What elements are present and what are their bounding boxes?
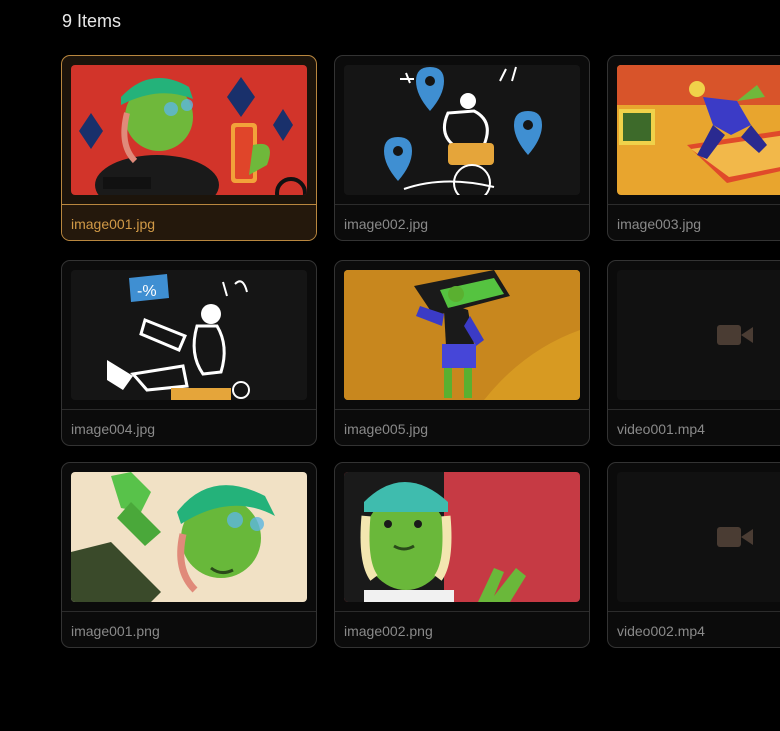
card-footer: image002.png — [335, 611, 589, 647]
video-camera-icon — [717, 527, 753, 547]
file-card-image002-png[interactable]: image002.png — [334, 462, 590, 648]
filename: image001.png — [71, 623, 160, 639]
filename: image003.jpg — [617, 216, 702, 232]
filename: image002.png — [344, 623, 433, 639]
card-footer: image001.jpg — [62, 204, 316, 240]
thumbnail-image — [344, 472, 580, 602]
thumbnail-image — [71, 472, 307, 602]
file-card-video001-mp4[interactable]: video001.mp4 — [607, 260, 780, 446]
filename: video002.mp4 — [617, 623, 705, 639]
card-footer: image001.png — [62, 611, 316, 647]
thumbnail: -% — [71, 270, 307, 400]
svg-text:-%: -% — [137, 283, 157, 300]
thumbnail-image — [344, 270, 580, 400]
card-footer: image003.jpg — [608, 204, 780, 240]
card-footer: video001.mp4 — [608, 409, 780, 445]
thumbnail — [617, 65, 780, 195]
thumbnail — [344, 472, 580, 602]
file-card-image001-jpg[interactable]: image001.jpg — [61, 55, 317, 241]
thumbnail-image — [344, 65, 580, 195]
thumbnail — [344, 270, 580, 400]
thumbnail-image — [71, 65, 307, 195]
thumbnail — [344, 65, 580, 195]
filename: image005.jpg — [344, 421, 429, 437]
thumbnail — [71, 472, 307, 602]
file-card-image005-jpg[interactable]: image005.jpg — [334, 260, 590, 446]
thumbnail-image: -% — [71, 270, 307, 400]
thumbnail — [71, 65, 307, 195]
card-footer: image004.jpg — [62, 409, 316, 445]
file-card-image003-jpg[interactable]: image003.jpg — [607, 55, 780, 241]
file-card-image002-jpg[interactable]: image002.jpg — [334, 55, 590, 241]
file-card-video002-mp4[interactable]: video002.mp4 — [607, 462, 780, 648]
card-footer: image002.jpg — [335, 204, 589, 240]
filename: image004.jpg — [71, 421, 156, 437]
file-card-image001-png[interactable]: image001.png — [61, 462, 317, 648]
file-browser: 9 Items image001.jpg image002.jpg image0… — [0, 0, 780, 731]
thumbnail-image — [617, 65, 780, 195]
thumbnail — [617, 472, 780, 602]
items-count: 9 Items — [62, 11, 122, 31]
filename: image002.jpg — [344, 216, 429, 232]
filename: video001.mp4 — [617, 421, 705, 437]
video-camera-icon — [717, 325, 753, 345]
file-card-image004-jpg[interactable]: -% image004.jpg — [61, 260, 317, 446]
filename: image001.jpg — [71, 216, 156, 232]
card-footer: video002.mp4 — [608, 611, 780, 647]
card-footer: image005.jpg — [335, 409, 589, 445]
thumbnail — [617, 270, 780, 400]
